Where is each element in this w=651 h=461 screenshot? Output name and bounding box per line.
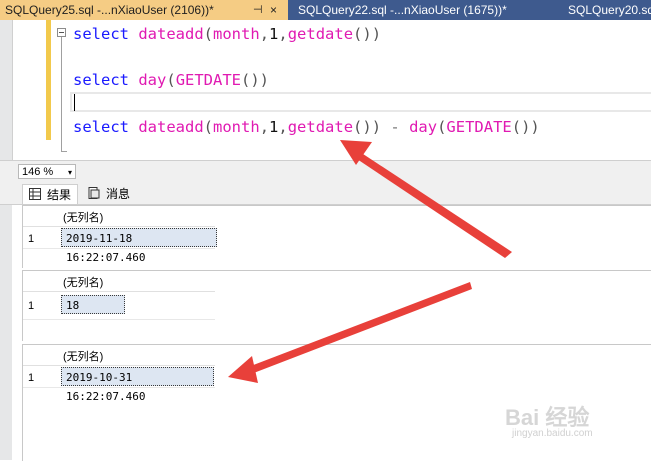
text-caret xyxy=(74,94,75,111)
selection-margin xyxy=(0,20,13,160)
grid-icon xyxy=(29,188,41,200)
zoom-select[interactable]: 146 % ▾ xyxy=(18,164,76,179)
tab-sqlquery25[interactable]: SQLQuery25.sql -...nXiaoUser (2106))* ⊣ … xyxy=(0,0,288,20)
row-number: 1 xyxy=(28,233,35,245)
result-grid-1[interactable]: (无列名) 1 2019-11-18 16:22:07.460 xyxy=(22,205,651,268)
column-header[interactable]: (无列名) xyxy=(23,345,215,366)
collapse-icon[interactable] xyxy=(57,28,66,37)
result-cell[interactable]: 2019-11-18 16:22:07.460 xyxy=(61,228,217,264)
zoom-bar: 146 % ▾ xyxy=(0,160,651,182)
tab-messages[interactable]: 消息 xyxy=(82,184,134,204)
code-line-2: select day(GETDATE()) xyxy=(73,71,270,89)
row-divider xyxy=(23,387,215,388)
outline-line xyxy=(61,37,62,152)
row-divider xyxy=(23,248,215,249)
results-tab-bar: 结果 消息 xyxy=(0,182,651,205)
document-tab-bar: SQLQuery25.sql -...nXiaoUser (2106))* ⊣ … xyxy=(0,0,651,20)
pin-icon[interactable]: ⊣ xyxy=(253,0,263,20)
column-header[interactable]: (无列名) xyxy=(23,206,215,227)
close-icon[interactable]: × xyxy=(270,0,277,20)
code-line-1: select dateadd(month,1,getdate()) xyxy=(73,25,382,43)
row-divider xyxy=(23,319,215,320)
chevron-down-icon[interactable]: ▾ xyxy=(68,165,72,180)
code-line-3: select dateadd(month,1,getdate()) - day(… xyxy=(73,118,540,136)
current-line-highlight xyxy=(70,92,651,112)
result-grid-2[interactable]: (无列名) 1 18 xyxy=(22,270,651,341)
message-icon xyxy=(88,187,100,199)
watermark-url: jingyan.baidu.com xyxy=(512,428,593,439)
tab-results-label: 结果 xyxy=(47,188,72,202)
results-margin xyxy=(0,205,12,460)
change-tracking-bar xyxy=(46,20,51,140)
row-number: 1 xyxy=(28,372,35,384)
sql-editor[interactable]: select dateadd(month,1,getdate()) select… xyxy=(0,20,651,160)
tab-label: SQLQuery20.sql xyxy=(568,3,651,17)
tab-label: SQLQuery22.sql -...nXiaoUser (1675))* xyxy=(298,3,507,17)
outline-end xyxy=(61,151,67,152)
result-cell[interactable]: 2019-10-31 16:22:07.460 xyxy=(61,367,214,403)
row-number: 1 xyxy=(28,300,35,312)
column-header[interactable]: (无列名) xyxy=(23,271,215,292)
tab-messages-label: 消息 xyxy=(106,187,131,201)
result-cell[interactable]: 18 xyxy=(61,295,125,314)
tab-label: SQLQuery25.sql -...nXiaoUser (2106))* xyxy=(5,3,214,17)
zoom-value: 146 % xyxy=(22,166,54,178)
tab-results[interactable]: 结果 xyxy=(22,184,78,204)
